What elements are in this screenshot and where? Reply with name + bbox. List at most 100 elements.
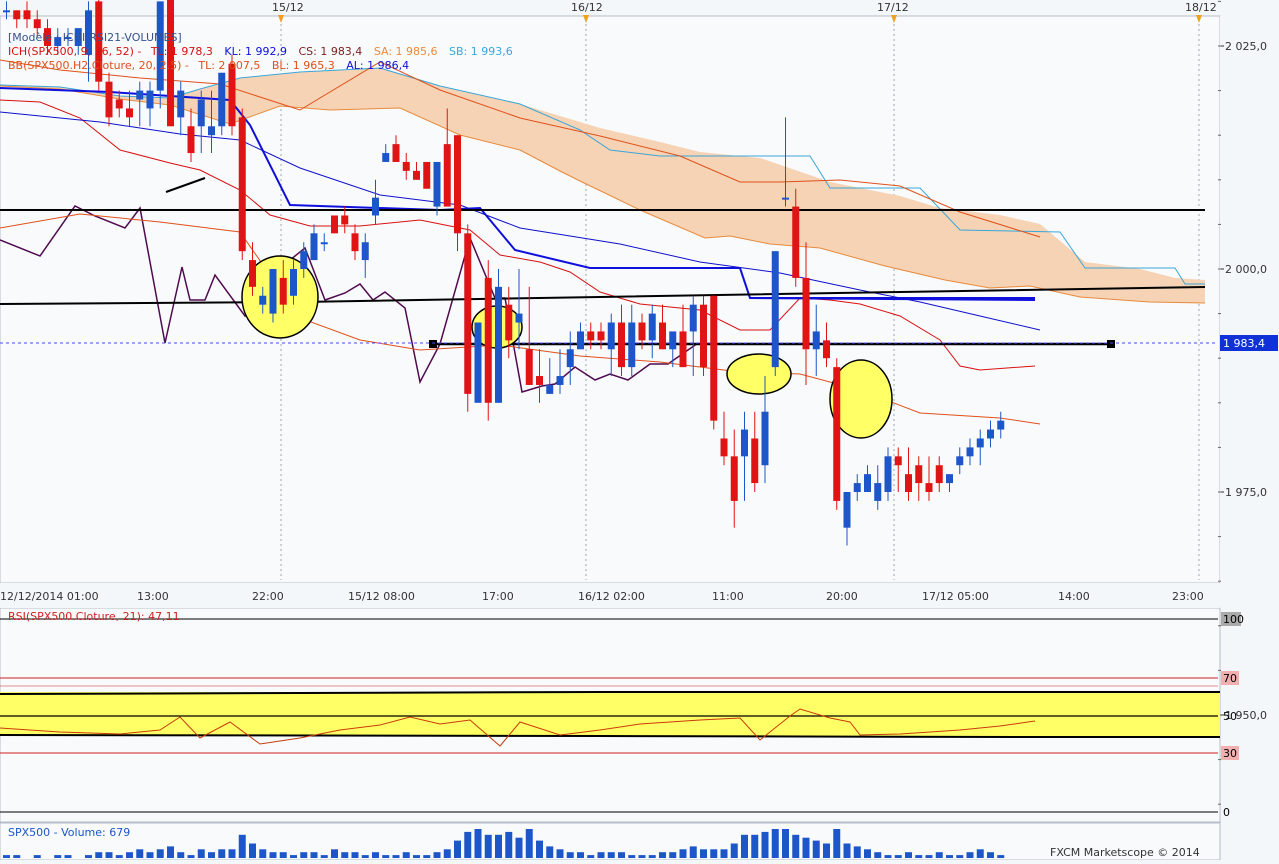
volume-bar xyxy=(341,852,349,858)
candle[interactable] xyxy=(495,269,502,403)
volume-bar xyxy=(987,852,994,858)
price-tick-label: 1 975,0 xyxy=(1225,486,1267,499)
candle[interactable] xyxy=(331,215,338,234)
candle-body xyxy=(577,331,584,350)
candle-body xyxy=(290,269,297,296)
candle[interactable] xyxy=(833,358,841,510)
volume-bar xyxy=(525,829,533,858)
time-tick-label: 23:00 xyxy=(1172,590,1204,603)
candle-body xyxy=(925,483,933,492)
volume-bar xyxy=(618,852,625,858)
candle[interactable] xyxy=(710,295,718,430)
volume-bar xyxy=(935,852,943,858)
volume-bar xyxy=(751,834,759,858)
candle-body xyxy=(782,197,789,200)
candle-body xyxy=(987,429,994,439)
volume-bar xyxy=(884,855,892,858)
volume-bar xyxy=(474,829,482,858)
volume-bar xyxy=(156,849,164,858)
candle-body xyxy=(761,411,769,466)
candle-body xyxy=(802,277,810,350)
candle-body xyxy=(515,313,523,323)
candle-body xyxy=(976,438,984,448)
candle-body xyxy=(279,277,287,305)
candle-body xyxy=(597,331,605,341)
candle-body xyxy=(771,251,779,368)
volume-bar xyxy=(536,840,543,858)
volume-bar xyxy=(956,855,964,858)
volume-bar xyxy=(54,855,62,858)
time-tick-label: 13:00 xyxy=(137,590,169,603)
volume-bar xyxy=(843,843,851,858)
candle-body xyxy=(105,81,113,118)
candle-body xyxy=(13,10,21,20)
candle-body xyxy=(249,260,256,287)
volume-bar xyxy=(382,855,390,858)
volume-bar xyxy=(761,831,769,858)
legend-bollinger: BB(SPX500.H2.Cloture, 20, 2.5) - TL: 2 0… xyxy=(8,59,409,72)
volume-bar xyxy=(628,855,636,858)
volume-bar xyxy=(433,852,441,858)
candle-body xyxy=(864,474,871,492)
candle[interactable] xyxy=(771,251,779,377)
line-handle[interactable] xyxy=(429,340,437,348)
volume-bar xyxy=(146,852,154,858)
volume-bar xyxy=(894,855,902,858)
candle[interactable] xyxy=(464,224,472,412)
candle-body xyxy=(177,90,185,118)
volume-bar xyxy=(720,849,728,858)
volume-bar xyxy=(802,837,810,858)
candle-body xyxy=(269,269,277,314)
volume-bar xyxy=(730,843,738,858)
candle-body xyxy=(351,233,359,252)
candle-body xyxy=(259,295,267,305)
chart-svg[interactable]: 15/12 16/12 17/12 18/12 [Modèle: ICHI-R… xyxy=(0,0,1279,861)
line-handle[interactable] xyxy=(1107,340,1115,348)
candle[interactable] xyxy=(423,161,431,189)
candle-body xyxy=(730,456,738,501)
volume-bar xyxy=(167,846,174,858)
candle-body xyxy=(310,233,318,261)
candle-body xyxy=(331,215,338,234)
volume-bar xyxy=(946,855,953,858)
candle-body xyxy=(812,331,820,350)
volume-bar xyxy=(679,849,687,858)
volume-bar xyxy=(402,852,410,858)
candle-body xyxy=(874,483,882,501)
candle-body xyxy=(484,277,492,403)
candle-body xyxy=(853,483,861,492)
legend-model: [Modèle : ICHI-RSI21-VOLUMES] xyxy=(8,31,182,44)
volume-bar xyxy=(454,840,461,858)
chart-window: 15/12 16/12 17/12 18/12 [Modèle: ICHI-R… xyxy=(0,0,1279,861)
volume-bar xyxy=(853,846,861,858)
candle-body xyxy=(238,117,246,252)
candle-body xyxy=(197,99,205,127)
candle[interactable] xyxy=(484,260,492,421)
volume-bar xyxy=(812,840,820,858)
candle[interactable] xyxy=(474,322,482,403)
candle[interactable] xyxy=(700,295,707,377)
legend-ich-tl: TL: 1 978,3 xyxy=(150,45,213,58)
time-tick-label: 11:00 xyxy=(712,590,744,603)
candle-body xyxy=(464,233,472,394)
volume-bar xyxy=(361,855,369,858)
credit-label: FXCM Marketscope © 2014 xyxy=(1050,846,1200,859)
volume-bar xyxy=(372,852,379,858)
volume-bar xyxy=(515,837,523,858)
candle[interactable] xyxy=(218,72,226,136)
volume-bar xyxy=(607,852,615,858)
candle-body xyxy=(372,197,379,216)
volume-bar xyxy=(310,852,318,858)
candle-body xyxy=(341,215,349,225)
volume-bar xyxy=(443,849,451,858)
candle[interactable] xyxy=(238,108,246,261)
candle-body xyxy=(218,72,226,127)
candle-body xyxy=(392,144,400,162)
volume-bar xyxy=(792,834,800,858)
volume-bar xyxy=(638,855,646,858)
candle-body xyxy=(628,322,636,368)
candle-body xyxy=(638,322,646,341)
legend-ich-cs: CS: 1 983,4 xyxy=(298,45,362,58)
volume-bar xyxy=(495,834,502,858)
legend-bb-tl: TL: 2 007,5 xyxy=(197,59,260,72)
